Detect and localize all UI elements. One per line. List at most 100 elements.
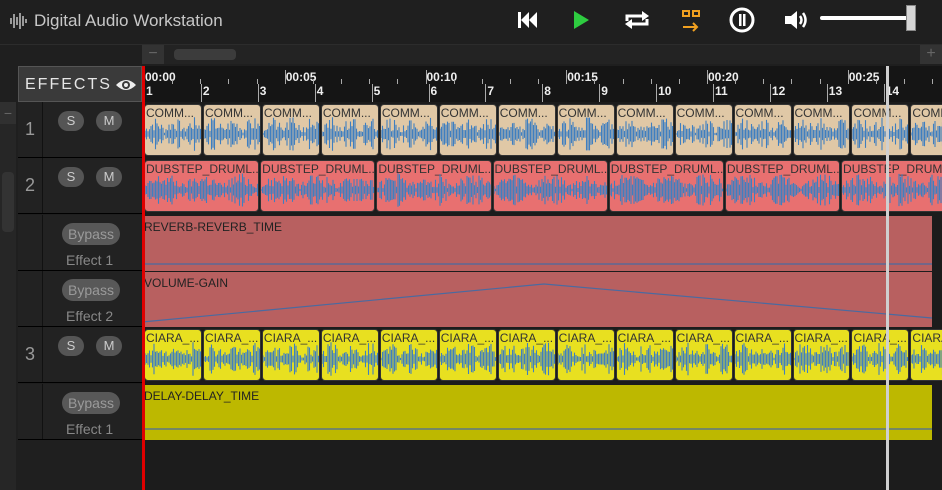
ruler-minor-tick [763,79,765,84]
ruler-minor-tick [453,79,455,84]
track-header[interactable]: 2SM [18,158,142,215]
audio-clip[interactable]: COMM... [556,104,615,156]
clip-waveform [262,343,319,375]
audio-clip[interactable]: CIARA_... [379,329,438,382]
audio-clip[interactable]: CIARA_... [615,329,674,382]
playhead-line[interactable] [142,102,145,490]
audio-clip[interactable]: COMM... [792,104,851,156]
clip-waveform [261,175,375,205]
scroll-up-button[interactable]: − [0,102,16,124]
audio-clip[interactable]: DUBSTEP_DRUML... [144,160,260,213]
ruler-bar-label: 4 [316,84,324,98]
solo-button[interactable]: S [58,336,84,357]
scroll-left-button[interactable]: − [142,45,164,64]
audio-clip[interactable]: CIARA_... [320,329,379,382]
playhead-marker[interactable] [142,66,145,102]
effect-number-cell [18,270,43,326]
loop-button[interactable] [622,6,652,34]
volume-slider-thumb[interactable] [906,5,917,31]
audio-clip[interactable]: COMM... [379,104,438,156]
audio-clip[interactable]: COMM... [615,104,674,156]
ruler-bar-label: 13 [828,84,843,98]
audio-clip[interactable]: COMM... [910,104,942,156]
ruler-bar-label: 6 [430,84,438,98]
track-lane[interactable]: CIARA_... CIARA_... CIARA_... CIARA_... CIAR… [142,328,942,383]
audio-clip[interactable]: COMM... [202,104,261,156]
clip-waveform [498,118,555,150]
ruler-bar-tick [769,84,771,102]
audio-clip[interactable]: DUBSTEP_DRUML... [608,160,724,213]
track-lane[interactable]: DUBSTEP_DRUML... DUBSTEP_DRUML... DUBSTEP_… [142,159,942,214]
volume-button[interactable] [782,6,812,34]
automation-curve[interactable] [142,272,932,327]
automation-curve[interactable] [142,216,932,271]
clip-waveform [852,117,909,151]
scroll-right-button[interactable]: + [920,45,942,64]
ruler-minor-tick [341,79,343,84]
automation-curve[interactable] [142,385,932,440]
bypass-button[interactable]: Bypass [62,391,120,414]
audio-clip[interactable]: DUBSTEP_DRUML... [376,160,492,213]
audio-clip[interactable]: DUBSTEP_DRUML... [724,160,841,213]
volume-slider[interactable] [820,5,920,31]
track-header[interactable]: 3SM [18,327,142,384]
automation-lane[interactable]: VOLUME-GAIN [142,271,932,327]
audio-clip[interactable]: CIARA_... [438,329,497,382]
mute-button[interactable]: M [96,167,122,188]
audio-clip[interactable]: CIARA_... [556,329,615,382]
track-lane[interactable]: COMM... COMM... COMM... COMM... COMM... COMM.… [142,103,942,158]
audio-clip[interactable]: CIARA_... [144,329,202,382]
track-header[interactable]: 1SM [18,102,142,158]
audio-clip[interactable]: CIARA_... [733,329,792,382]
effect-header[interactable]: Bypass Effect 2 [18,270,142,327]
audio-clip[interactable]: CIARA_... [674,329,733,382]
effect-header[interactable]: Bypass Effect 1 [18,214,142,271]
ruler-minor-tick [650,79,652,84]
loop-end-line[interactable] [886,102,889,490]
play-button[interactable] [566,6,596,34]
timeline-area[interactable]: COMM... COMM... COMM... COMM... COMM... COMM.… [142,102,942,490]
ruler-bar-tick [428,84,430,102]
vertical-scrollbar-thumb[interactable] [2,172,14,232]
audio-clip[interactable]: CIARA_... [497,329,556,382]
timeline-ruler[interactable]: 00:00 00:05 00:10 00:15 00:20 00:25 1 2 3 4 5 6 7 8 9 1… [142,66,942,102]
audio-clip[interactable]: DUBSTEP_DRUML... [260,160,376,213]
audio-clip[interactable]: CIARA_... [851,329,910,382]
clip-waveform [616,118,673,150]
effect-label: Effect 1 [66,251,114,268]
audio-clip[interactable]: DUBSTEP_DRUML... [492,160,608,213]
eye-icon[interactable] [115,77,137,93]
ruler-minor-tick [791,79,793,84]
solo-button[interactable]: S [58,111,84,131]
loop-end-marker[interactable] [886,66,889,102]
solo-button[interactable]: S [58,167,84,188]
rewind-button[interactable] [512,6,542,34]
mute-button[interactable]: M [96,111,122,131]
horizontal-scrollbar[interactable]: − + [142,45,942,64]
audio-clip[interactable]: COMM... [733,104,792,156]
horizontal-scrollbar-thumb[interactable] [174,49,236,60]
ruler-bar-tick [656,84,658,102]
audio-clip[interactable]: CIARA_... [261,329,320,382]
bypass-button[interactable]: Bypass [62,278,120,301]
audio-clip[interactable]: COMM... [674,104,733,156]
audio-clip[interactable]: COMM... [320,104,379,156]
audio-clip[interactable]: COMM... [851,104,910,156]
snap-button[interactable] [676,6,706,34]
audio-clip[interactable]: COMM... [144,104,202,156]
audio-clip[interactable]: COMM... [438,104,497,156]
effect-header[interactable]: Bypass Effect 1 [18,383,142,440]
audio-clip[interactable]: COMM... [497,104,556,156]
audio-clip[interactable]: CIARA_... [792,329,851,382]
mute-button[interactable]: M [96,336,122,357]
vertical-scrollbar[interactable]: − [0,102,16,490]
clip-waveform [793,344,850,374]
audio-clip[interactable]: CIARA_... [910,329,942,382]
audio-clip[interactable]: DUBSTEP_DRUML... [841,160,942,213]
automation-lane[interactable]: REVERB-REVERB_TIME [142,215,932,271]
metronome-button[interactable] [727,6,757,34]
automation-lane[interactable]: DELAY-DELAY_TIME [142,384,932,440]
audio-clip[interactable]: CIARA_... [202,329,261,382]
bypass-button[interactable]: Bypass [62,222,120,245]
audio-clip[interactable]: COMM... [261,104,320,156]
